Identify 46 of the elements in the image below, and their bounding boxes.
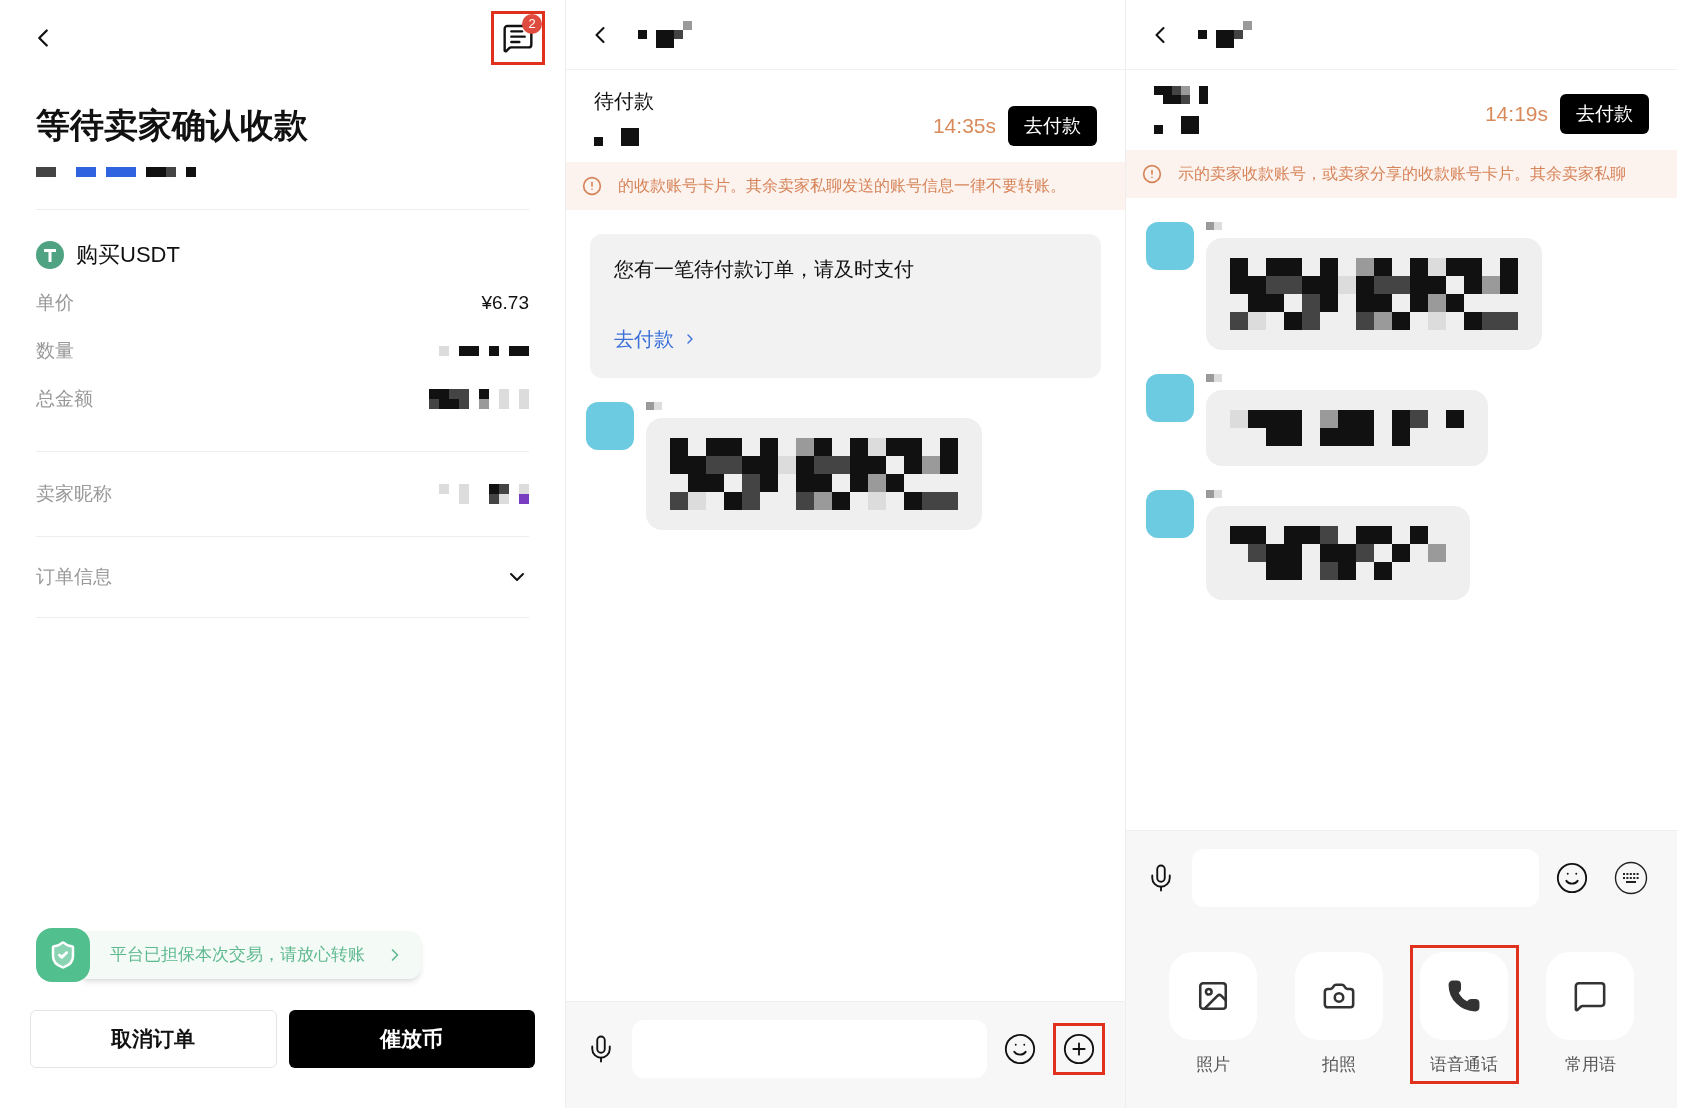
tool-label: 语音通话: [1430, 1053, 1499, 1076]
avatar: [586, 402, 634, 450]
alert-icon: [1142, 164, 1162, 184]
emoji-icon[interactable]: [1003, 1032, 1037, 1066]
avatar: [1146, 490, 1194, 538]
urge-release-button[interactable]: 催放币: [288, 1010, 535, 1068]
pay-link[interactable]: 去付款: [614, 324, 1077, 354]
pixelated-text-drawing: [1154, 86, 1208, 104]
guarantee-text: 平台已担保本次交易，请放心转账: [110, 944, 365, 967]
call-icon: [1447, 978, 1482, 1013]
tool-label: 照片: [1195, 1053, 1230, 1076]
tool-tile[interactable]: [1294, 951, 1383, 1040]
add-icon[interactable]: [1062, 1032, 1096, 1066]
warning-text: 的收款账号卡片。其余卖家私聊发送的账号信息一律不要转账。: [618, 176, 1066, 196]
tool-tile[interactable]: [1546, 951, 1635, 1040]
notification-badge: 2: [522, 14, 542, 34]
pay-button[interactable]: 去付款: [1560, 93, 1649, 134]
system-message: 您有一笔待付款订单，请及时支付: [614, 257, 915, 282]
countdown-timer: 14:19s: [1484, 101, 1548, 127]
tool-label: 常用语: [1564, 1053, 1616, 1076]
pixelated-text-drawing: [594, 128, 639, 146]
alert-icon: [582, 176, 602, 196]
tether-icon: [36, 240, 64, 269]
asset-title: 购买USDT: [76, 241, 180, 269]
warning-text: 示的卖家收款账号，或卖家分享的收款账号卡片。其余卖家私聊: [1178, 164, 1626, 184]
keyboard-icon[interactable]: [1614, 860, 1648, 895]
emoji-icon[interactable]: [1555, 860, 1589, 895]
tool-tile[interactable]: [1168, 951, 1257, 1040]
cancel-order-button[interactable]: 取消订单: [30, 1010, 277, 1068]
detail-label: 单价: [36, 290, 74, 315]
detail-label: 数量: [36, 338, 74, 363]
pixelated-text-drawing: [1154, 116, 1199, 134]
order-info-label: 订单信息: [36, 564, 112, 589]
detail-label: 总金额: [36, 386, 93, 411]
pay-button[interactable]: 去付款: [1008, 105, 1097, 146]
page-title: 等待卖家确认收款: [36, 105, 309, 146]
detail-value: ¥6.73: [481, 290, 529, 315]
pixelated-text-drawing: [1198, 21, 1252, 48]
seller-label: 卖家昵称: [36, 481, 112, 506]
tool-label: 拍照: [1321, 1053, 1356, 1076]
pixelated-text-drawing: [638, 21, 692, 48]
avatar: [1146, 222, 1194, 270]
avatar: [1146, 374, 1194, 422]
order-status: 待付款: [594, 89, 654, 114]
tool-tile[interactable]: [1420, 951, 1509, 1040]
countdown-timer: 14:35s: [932, 113, 996, 139]
